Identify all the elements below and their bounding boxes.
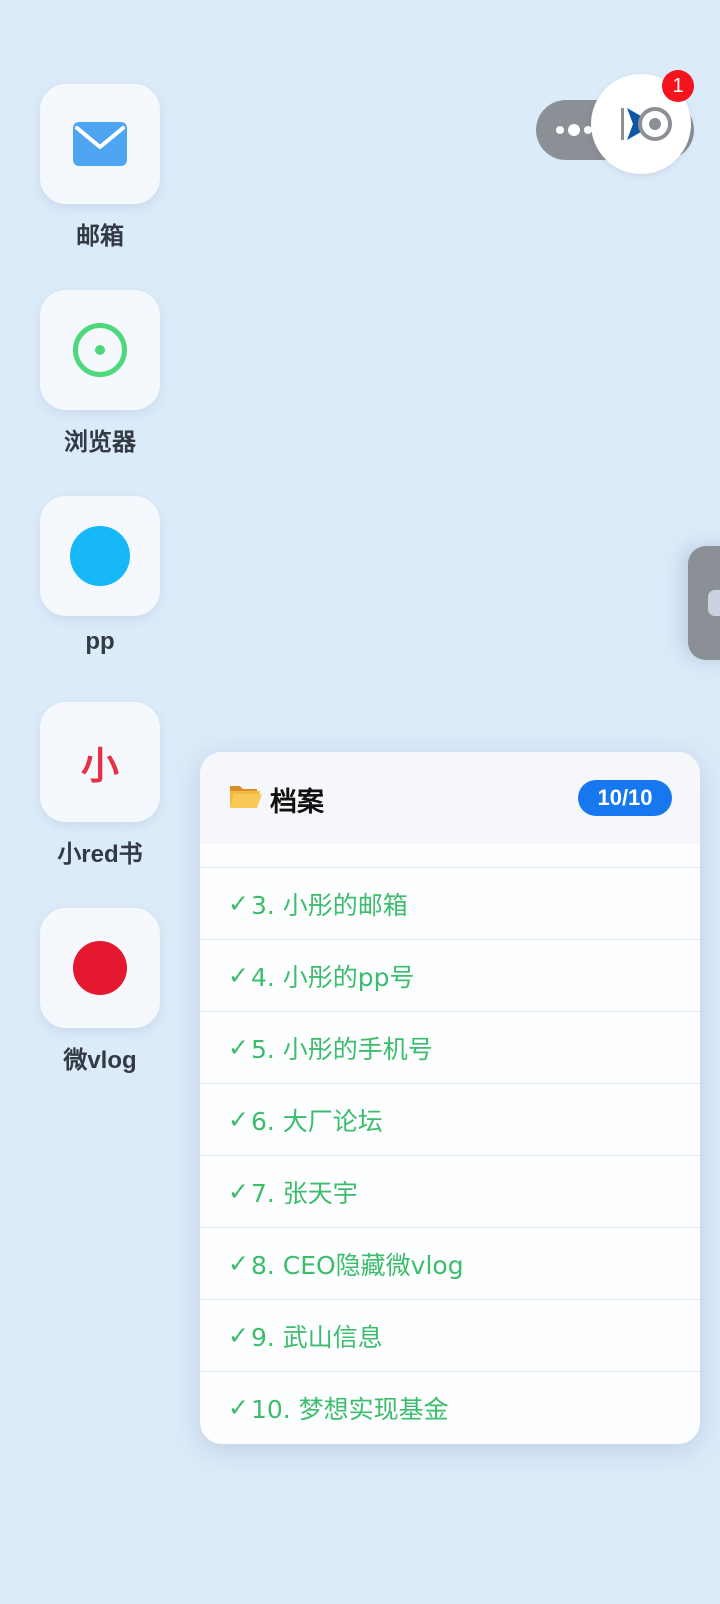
list-item[interactable]: ✓ 5. 小彤的手机号 [200,1011,700,1083]
open-folder-icon [230,786,262,808]
mail-icon [73,122,127,166]
list-item[interactable]: ✓ 3. 小彤的邮箱 [200,867,700,939]
dossier-panel-header: 档案 10/10 [200,752,700,844]
list-item-label: 10. 梦想实现基金 [250,1394,449,1424]
app-browser[interactable]: 浏览器 [40,290,160,457]
pp-icon [70,526,130,586]
side-drawer-tab[interactable] [688,546,720,660]
list-item-label: 9. 武山信息 [250,1322,383,1352]
app-label-browser: 浏览器 [64,429,136,456]
app-label-mail: 邮箱 [76,223,124,250]
list-item[interactable]: ✓ 6. 大厂论坛 [200,1083,700,1155]
list-item-label: 5. 小彤的手机号 [250,1034,433,1064]
list-item[interactable]: ✓ 8. CEO隐藏微vlog [200,1227,700,1299]
mail-app-tile[interactable] [40,84,160,204]
app-mail[interactable]: 邮箱 [40,84,160,251]
list-item-label: 8. CEO隐藏微vlog [250,1250,464,1280]
dossier-title: 档案 [270,787,324,818]
app-label-pp: pp [85,628,115,655]
browser-icon [73,323,127,377]
check-icon: ✓ [228,1105,249,1134]
vlog-app-tile[interactable] [40,908,160,1028]
list-item-label: 7. 张天宇 [250,1178,358,1208]
app-red-book[interactable]: 小 小red书 [40,702,160,869]
check-icon: ✓ [228,889,249,918]
more-dots-icon[interactable] [556,119,596,141]
check-icon: ✓ [228,961,249,990]
list-item[interactable]: ✓ 7. 张天宇 [200,1155,700,1227]
app-label-red-book: 小red书 [57,841,143,868]
dossier-count-badge: 10/10 [578,780,672,816]
list-item-label: 3. 小彤的邮箱 [250,890,408,920]
vlog-icon [73,941,127,995]
pp-app-tile[interactable] [40,496,160,616]
check-icon: ✓ [228,1321,249,1350]
check-icon: ✓ [228,1249,249,1278]
list-item-label: 6. 大厂论坛 [250,1106,383,1136]
check-icon: ✓ [228,1177,249,1206]
list-item[interactable]: ✓ 9. 武山信息 [200,1299,700,1371]
check-icon: ✓ [228,1393,249,1422]
floating-window-icon [621,107,672,141]
check-icon: ✓ [228,1033,249,1062]
list-item[interactable]: ✓ 10. 梦想实现基金 [200,1371,700,1443]
red-book-icon: 小 [80,743,119,788]
dossier-list: ✓ 3. 小彤的邮箱 ✓ 4. 小彤的pp号 ✓ 5. 小彤的手机号 ✓ 6. … [200,867,700,1443]
list-item-label: 4. 小彤的pp号 [250,962,415,992]
app-vlog[interactable]: 微vlog [40,908,160,1075]
browser-app-tile[interactable] [40,290,160,410]
red-book-app-tile[interactable]: 小 [40,702,160,822]
dossier-panel: 档案 10/10 ✓ 3. 小彤的邮箱 ✓ 4. 小彤的pp号 ✓ 5. 小彤的… [200,752,700,1444]
app-label-vlog: 微vlog [63,1047,137,1074]
app-pp[interactable]: pp [40,496,160,656]
list-item[interactable]: ✓ 4. 小彤的pp号 [200,939,700,1011]
side-tab-icon [708,590,720,616]
notification-badge: 1 [662,70,694,102]
